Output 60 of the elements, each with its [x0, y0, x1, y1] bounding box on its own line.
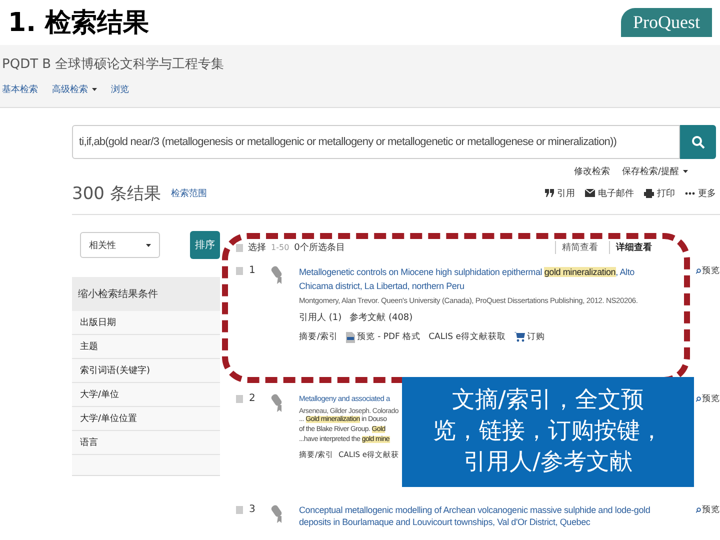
search-icon — [691, 135, 705, 149]
magnifier-icon — [696, 395, 701, 403]
filter-item[interactable]: 大学/单位 — [72, 383, 220, 407]
result-link[interactable]: CALIS e得文献获取 — [428, 331, 506, 343]
logo: ProQuest — [621, 8, 712, 37]
preview-link[interactable]: 预览 — [696, 504, 720, 516]
nav-link[interactable]: 浏览 — [111, 83, 129, 96]
preview-link[interactable]: 预览 — [696, 393, 720, 405]
result-number: 2 — [249, 393, 256, 404]
toolbar-action[interactable]: 电子邮件 — [585, 186, 634, 200]
callout-box: 文摘/索引，全文预览，链接，订购按键，引用人/参考文献 — [402, 377, 694, 487]
selected-count: 0个所选条目 — [294, 242, 345, 254]
filter-item[interactable]: 大学/单位位置 — [72, 407, 220, 431]
result-count: 300 条结果 — [72, 182, 161, 204]
select-all-checkbox[interactable] — [236, 244, 243, 252]
result-title[interactable]: Conceptual metallogenic modelling of Archean volcanogenic massive sulphide and lode-gold deposits in Bourlamaque and Louvicourt townships, Val d'Or District, Quebec — [299, 504, 682, 528]
document-icon — [346, 332, 355, 342]
printer-icon — [644, 188, 654, 198]
toolbar-action[interactable]: 引用 — [545, 186, 575, 200]
result-link[interactable]: 订购 — [514, 331, 545, 343]
preview-link[interactable]: 预览 — [696, 265, 720, 277]
sort-dropdown[interactable]: 相关性 — [80, 232, 160, 258]
cart-icon — [514, 332, 525, 342]
search-field[interactable]: ti,if,ab(gold near/3 (metallogenesis or metallogenic or metallogeny or metallogenetic or metallogenese or mineralization)) — [72, 125, 680, 159]
filter-item[interactable]: 语言 — [72, 431, 220, 455]
mail-icon — [585, 189, 595, 197]
sort-button[interactable]: 排序 — [190, 231, 220, 259]
nav-link[interactable]: 基本检索 — [2, 83, 38, 96]
toolbar-action[interactable]: 更多 — [685, 186, 716, 200]
scope-link[interactable]: 检索范围 — [170, 186, 207, 200]
slide-title: 1. 检索结果 — [8, 7, 150, 40]
view-toggle[interactable]: 精简查看 — [555, 240, 604, 254]
nav-link[interactable]: 高级检索 — [52, 83, 97, 96]
quote-icon — [545, 189, 554, 197]
view-toggle[interactable]: 详细查看 — [609, 240, 658, 254]
result-number: 1 — [249, 265, 256, 276]
citation-link[interactable]: 参考文献 (408) — [350, 311, 413, 324]
search-option-link[interactable]: 修改检索 — [574, 165, 610, 178]
citation-link[interactable]: 引用人 (1) — [299, 311, 342, 324]
toolbar-action[interactable]: 打印 — [644, 186, 675, 200]
result-title[interactable]: Metallogenetic controls on Miocene high sulphidation epithermal gold mineralization, Alto Chicama district, La Libertad, northern Peru — [299, 265, 664, 293]
search-option-link[interactable]: 保存检索/提醒 — [622, 165, 688, 178]
result-checkbox[interactable] — [236, 506, 243, 514]
result-checkbox[interactable] — [236, 267, 243, 275]
filter-item[interactable]: 主题 — [72, 335, 220, 359]
result-link[interactable]: 预览 - PDF 格式 — [346, 331, 421, 343]
range-label: 1-50 — [271, 242, 290, 252]
database-title: PQDT B 全球博硕论文科学与工程专集 — [2, 56, 226, 73]
result-link[interactable]: 摘要/索引 — [299, 331, 338, 343]
result-checkbox[interactable] — [236, 395, 243, 403]
magnifier-icon — [696, 267, 701, 275]
filter-item[interactable]: 索引词语(关键字) — [72, 359, 220, 383]
select-label: 选择 — [248, 242, 266, 254]
search-button[interactable] — [680, 125, 716, 159]
magnifier-icon — [696, 506, 701, 514]
caret-icon — [146, 244, 151, 246]
filter-panel-title: 缩小检索结果条件 — [72, 277, 220, 311]
dots-icon — [685, 192, 695, 194]
filter-item[interactable]: 出版日期 — [72, 311, 220, 335]
result-number: 3 — [249, 504, 256, 515]
